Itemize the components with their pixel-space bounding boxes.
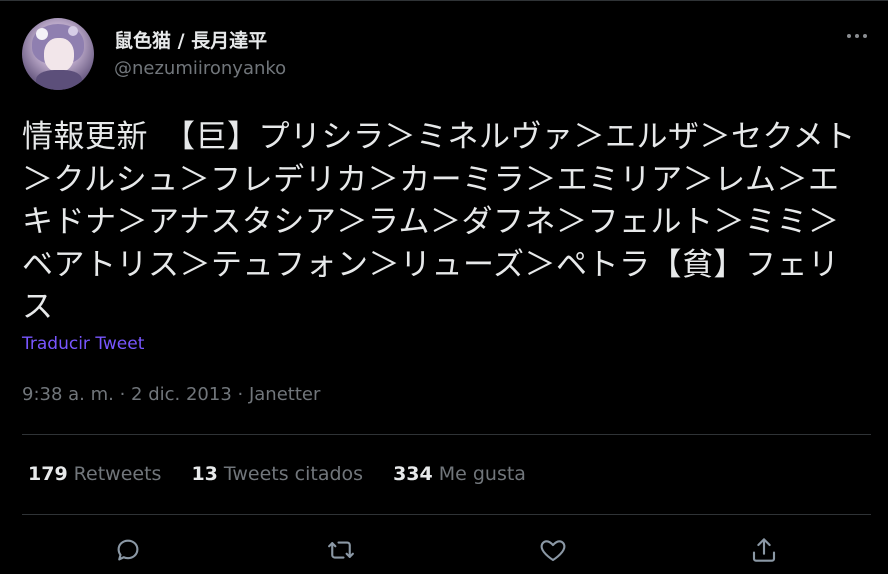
quotes-stat[interactable]: 13 Tweets citados (191, 463, 363, 485)
author-handle[interactable]: @nezumiironyanko (114, 58, 286, 79)
retweet-icon (328, 541, 354, 559)
quotes-count: 13 (191, 463, 218, 485)
avatar-body (36, 70, 82, 90)
retweet-button[interactable] (323, 532, 359, 568)
share-button[interactable] (746, 532, 782, 568)
likes-count: 334 (393, 463, 433, 485)
avatar-flower (68, 26, 78, 36)
tweet-text: 情報更新 【巨】プリシラ＞ミネルヴァ＞エルザ＞セクメト＞クルシュ＞フレデリカ＞カ… (22, 119, 856, 325)
retweets-stat[interactable]: 179 Retweets (28, 463, 161, 485)
more-dots-icon[interactable] (842, 28, 872, 44)
tweet-stats: 179 Retweets 13 Tweets citados 334 Me gu… (28, 463, 526, 485)
quotes-label: Tweets citados (223, 463, 364, 485)
tweet-meta[interactable]: 9:38 a. m. · 2 dic. 2013 · Janetter (22, 384, 320, 405)
like-button[interactable] (535, 532, 571, 568)
reply-button[interactable] (110, 532, 146, 568)
avatar-face (44, 38, 74, 72)
action-bar (0, 530, 888, 570)
reply-icon (117, 539, 139, 561)
divider (22, 434, 871, 435)
translate-tweet-link[interactable]: Traducir Tweet (22, 334, 144, 354)
retweets-label: Retweets (73, 463, 162, 485)
share-icon (752, 538, 776, 562)
retweets-count: 179 (28, 463, 68, 485)
author-name[interactable]: 鼠色猫 / 長月達平 (114, 26, 267, 53)
likes-label: Me gusta (438, 463, 526, 485)
avatar[interactable] (22, 18, 94, 90)
avatar-bow (36, 28, 48, 40)
divider (22, 514, 871, 515)
heart-icon (540, 540, 566, 562)
top-border (0, 0, 888, 1)
likes-stat[interactable]: 334 Me gusta (393, 463, 526, 485)
